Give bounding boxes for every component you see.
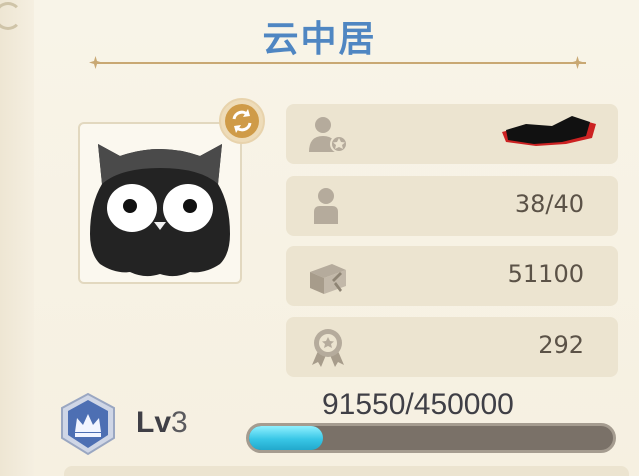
- experience-bar: [246, 423, 616, 453]
- left-edge-decoration: [0, 0, 34, 476]
- leader-row: [286, 104, 618, 164]
- person-icon: [314, 188, 338, 224]
- experience-text: 91550/450000: [322, 388, 514, 421]
- score-value: 292: [538, 331, 584, 359]
- guild-info-panel: 云中居 38/40 51100 292 Lv3 91550/450000: [0, 0, 639, 476]
- diamond-ornament-icon: [571, 56, 584, 69]
- funds-amount: 51100: [507, 260, 584, 288]
- next-section-strip: [64, 466, 629, 476]
- funds-row: 51100: [286, 246, 618, 306]
- level-prefix: Lv: [136, 406, 172, 439]
- swap-arrows-icon: [225, 104, 259, 138]
- guild-name-title: 云中居: [262, 19, 377, 60]
- leader-person-icon: [309, 117, 348, 153]
- guild-avatar[interactable]: [78, 122, 242, 284]
- level-number: 3: [171, 406, 188, 439]
- treasure-chest-icon: [310, 264, 346, 294]
- swap-avatar-button[interactable]: [219, 98, 265, 144]
- score-row: 292: [286, 317, 618, 377]
- owl-avatar-icon: [90, 144, 230, 277]
- redacted-name-mark: [502, 116, 596, 146]
- members-count: 38/40: [514, 190, 584, 218]
- members-row: 38/40: [286, 176, 618, 236]
- award-badge-icon: [312, 329, 344, 367]
- diamond-ornament-icon: [89, 56, 102, 69]
- level-label: Lv3: [136, 406, 188, 440]
- crown-badge-icon: [61, 392, 115, 456]
- title-divider: [96, 62, 586, 64]
- experience-fill: [249, 426, 324, 450]
